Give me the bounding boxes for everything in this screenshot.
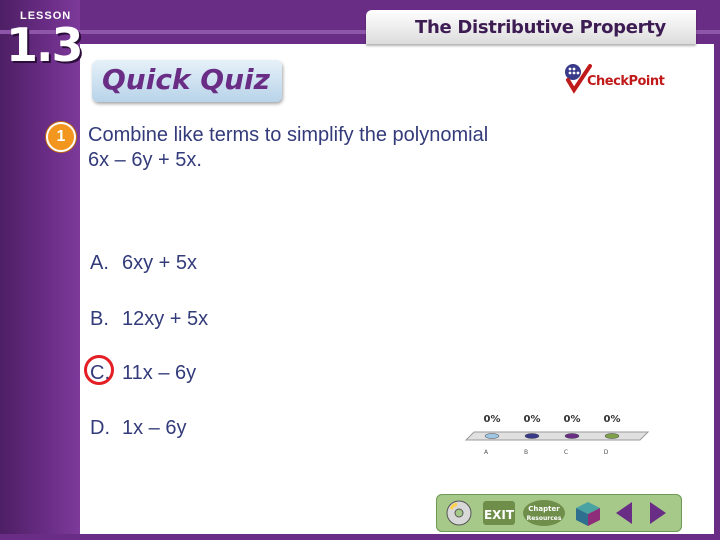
checkpoint-label: CheckPoint — [587, 74, 665, 89]
lesson-number: 1.3 — [6, 18, 83, 72]
cd-icon[interactable] — [444, 498, 474, 528]
exit-button[interactable]: EXIT — [482, 498, 516, 528]
chart-data-label: 0% — [564, 414, 581, 425]
chart-bar — [484, 433, 500, 439]
frame-right — [714, 0, 720, 540]
chart-tick-label: D — [604, 449, 609, 456]
answer-b[interactable]: B. 12xy + 5x — [90, 308, 208, 331]
menu-button[interactable] — [572, 498, 604, 528]
checkpoint-logo: CheckPoint — [563, 62, 675, 98]
question-text: Combine like terms to simplify the polyn… — [88, 123, 688, 173]
answer-text: 6xy + 5x — [122, 252, 198, 274]
quick-quiz-heading: Quick Quiz — [102, 63, 270, 96]
chapter-resources-button[interactable]: Chapter Resources — [522, 498, 566, 528]
chart-tick-label: B — [524, 449, 528, 456]
chart-data-label: 0% — [484, 414, 501, 425]
slide-content-area — [80, 44, 714, 534]
chart-bar — [524, 433, 540, 439]
quick-quiz-banner: Quick Quiz — [92, 60, 282, 102]
next-button[interactable] — [644, 498, 672, 528]
chapter-label-line1: Chapter — [528, 505, 560, 513]
answer-letter: B. — [90, 308, 109, 330]
title-banner: The Distributive Property — [366, 10, 696, 44]
question-line-1: Combine like terms to simplify the polyn… — [88, 124, 489, 146]
exit-label: EXIT — [484, 508, 515, 522]
frame-bottom — [0, 534, 720, 540]
answer-c[interactable]: C. 11x – 6y — [90, 362, 196, 385]
question-line-2: 6x – 6y + 5x. — [88, 149, 202, 171]
answer-text: 11x – 6y — [122, 362, 197, 384]
chapter-label-line2: Resources — [527, 515, 562, 522]
chart-bar — [604, 433, 620, 439]
page-title: The Distributive Property — [415, 17, 666, 38]
answer-letter: D. — [90, 417, 110, 439]
chart-tick-label: A — [484, 449, 489, 456]
question-number-badge: 1 — [46, 122, 76, 152]
navigation-bar: EXIT Chapter Resources — [436, 494, 682, 532]
answer-d[interactable]: D. 1x – 6y — [90, 417, 186, 440]
chart-bar — [564, 433, 580, 439]
chart-tick-label: C — [564, 449, 568, 456]
answer-letter: A. — [90, 252, 109, 274]
chart-data-label: 0% — [604, 414, 621, 425]
response-chart: 0% A 0% B 0% C 0% D — [464, 414, 650, 456]
frame-left — [0, 0, 80, 540]
chart-data-label: 0% — [524, 414, 541, 425]
answer-text: 12xy + 5x — [122, 308, 209, 330]
previous-button[interactable] — [610, 498, 638, 528]
answer-a[interactable]: A. 6xy + 5x — [90, 252, 197, 275]
answer-text: 1x – 6y — [122, 417, 187, 439]
answer-letter: C. — [90, 362, 110, 384]
